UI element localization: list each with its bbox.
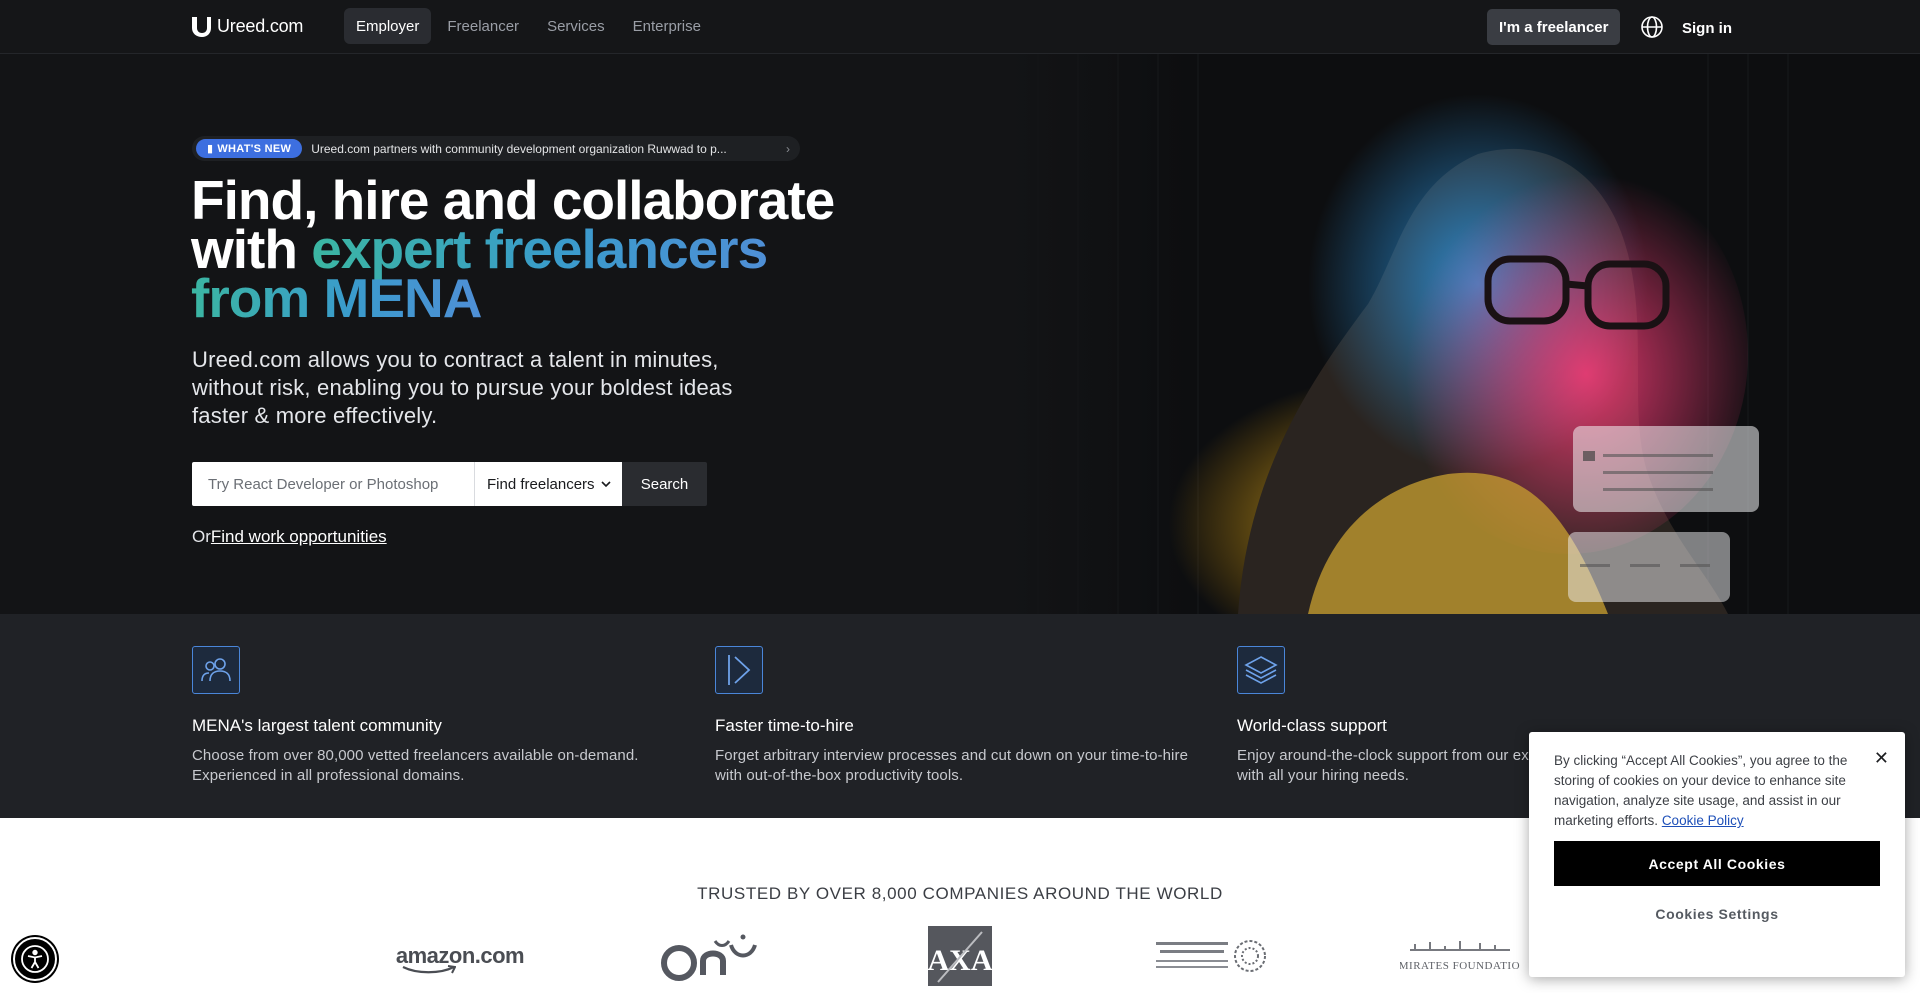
globe-icon[interactable]	[1640, 15, 1664, 39]
feature-title: MENA's largest talent community	[192, 716, 442, 735]
amazon-logo: amazon.com	[395, 926, 525, 986]
search-type-dropdown[interactable]: Find freelancers	[474, 462, 622, 506]
accept-all-cookies-button[interactable]: Accept All Cookies	[1554, 841, 1880, 886]
feature-card: Faster time-to-hire Forget arbitrary int…	[715, 646, 1215, 786]
cookie-policy-link[interactable]: Cookie Policy	[1662, 813, 1744, 828]
cookie-text: By clicking “Accept All Cookies”, you ag…	[1554, 751, 1874, 831]
noon-logo	[645, 926, 775, 986]
find-work-link[interactable]: Find work opportunities	[211, 527, 387, 546]
find-work-line: OrFind work opportunities	[192, 527, 387, 547]
layers-icon	[1237, 646, 1285, 694]
chevron-down-icon	[600, 480, 611, 487]
nav-links: Employer Freelancer Services Enterprise	[344, 8, 713, 44]
logo-text: Ureed.com	[217, 15, 304, 36]
cookie-consent-banner: ✕ By clicking “Accept All Cookies”, you …	[1529, 732, 1905, 977]
accessibility-icon	[21, 945, 49, 973]
search-type-value: Find freelancers	[487, 475, 595, 493]
nav-link-employer[interactable]: Employer	[344, 8, 432, 44]
hero-subtext: Ureed.com allows you to contract a talen…	[192, 347, 733, 428]
svg-text:AXA: AXA	[928, 944, 992, 977]
hero-section: ▮ WHAT'S NEW Ureed.com partners with com…	[0, 54, 1920, 614]
ureed-logo-icon	[192, 17, 211, 37]
emirates-foundation-logo: EMIRATES FOUNDATION	[1395, 926, 1525, 986]
im-a-freelancer-button[interactable]: I'm a freelancer	[1487, 9, 1621, 45]
whats-new-banner[interactable]: ▮ WHAT'S NEW Ureed.com partners with com…	[192, 136, 800, 161]
sign-in-link[interactable]: Sign in	[1682, 20, 1732, 37]
whats-new-label: WHAT'S NEW	[217, 142, 292, 155]
search-button[interactable]: Search	[622, 462, 707, 506]
accessibility-button[interactable]	[13, 937, 57, 981]
hero-headline: Find, hire and collaborate with expert f…	[191, 173, 891, 326]
megaphone-icon: ▮	[207, 143, 214, 155]
or-prefix: Or	[192, 527, 211, 546]
cookies-settings-button[interactable]: Cookies Settings	[1554, 906, 1880, 922]
feature-title: Faster time-to-hire	[715, 716, 854, 735]
whats-new-badge: ▮ WHAT'S NEW	[196, 139, 303, 158]
feature-description: Forget arbitrary interview processes and…	[715, 747, 1189, 784]
announcement-text: Ureed.com partners with community develo…	[311, 141, 727, 156]
feature-card: MENA's largest talent community Choose f…	[192, 646, 692, 786]
top-navigation: Ureed.com Employer Freelancer Services E…	[0, 0, 1920, 54]
nav-link-freelancer[interactable]: Freelancer	[435, 8, 531, 44]
fast-forward-icon	[715, 646, 763, 694]
search-input[interactable]	[192, 462, 474, 506]
feature-description: Choose from over 80,000 vetted freelance…	[192, 747, 639, 784]
nav-link-enterprise[interactable]: Enterprise	[621, 8, 713, 44]
logo[interactable]: Ureed.com	[189, 15, 303, 37]
search-bar: Find freelancers Search	[192, 462, 707, 506]
hero-portrait-image	[1008, 54, 1920, 614]
headline-gradient-2: from MENA	[191, 267, 482, 329]
users-icon	[192, 646, 240, 694]
axa-logo: AXA	[925, 926, 995, 986]
chevron-right-icon: ›	[786, 142, 790, 156]
close-icon[interactable]: ✕	[1874, 748, 1889, 769]
mbrcgi-logo	[1145, 926, 1275, 986]
svg-text:EMIRATES FOUNDATION: EMIRATES FOUNDATION	[1400, 960, 1520, 972]
nav-link-services[interactable]: Services	[535, 8, 617, 44]
